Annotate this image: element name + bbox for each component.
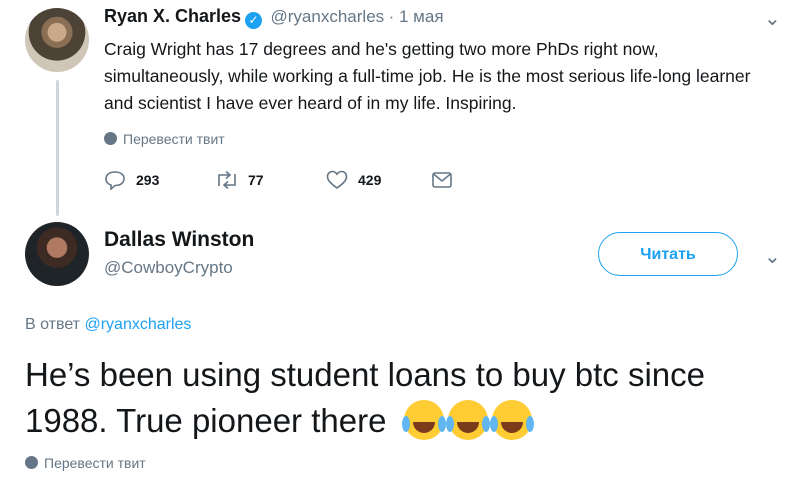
reply-count: 293	[136, 172, 160, 188]
avatar-dallas-winston[interactable]	[25, 222, 89, 286]
tweet2-header: Dallas Winston @CowboyCrypto	[104, 228, 254, 278]
like-button[interactable]: 429	[326, 170, 431, 190]
tweet2-text: He’s been using student loans to buy btc…	[25, 356, 705, 439]
tears-of-joy-emoji-icon	[401, 400, 444, 440]
verified-badge-icon: ✓	[245, 12, 263, 29]
tweet1-actions: 293 77 429	[104, 170, 453, 190]
tweet2-translate-link[interactable]: Перевести твит	[25, 455, 146, 471]
avatar-ryan-x-charles[interactable]	[25, 8, 89, 72]
tweet2-translate-label: Перевести твит	[44, 455, 146, 471]
reply-prefix: В ответ	[25, 316, 81, 333]
thread-line	[56, 80, 59, 216]
tweet2-author-name[interactable]: Dallas Winston	[104, 228, 254, 252]
direct-message-button[interactable]	[431, 171, 453, 189]
tears-of-joy-emoji-icon	[489, 400, 532, 440]
tweet1-date[interactable]: · 1 мая	[389, 7, 444, 26]
tweet2-text-block: He’s been using student loans to buy btc…	[25, 352, 785, 444]
like-count: 429	[358, 172, 382, 188]
retweet-count: 77	[248, 172, 264, 188]
heart-icon	[326, 170, 348, 189]
reply-to-handle-link[interactable]: @ryanxcharles	[84, 316, 191, 333]
tweet1-translate-link[interactable]: Перевести твит	[104, 131, 225, 147]
retweet-button[interactable]: 77	[214, 170, 326, 190]
tears-of-joy-emoji-icon	[445, 400, 488, 440]
globe-icon	[25, 456, 38, 469]
tweet1-header: Ryan X. Charles ✓ @ryanxcharles · 1 мая	[104, 6, 444, 29]
tweet1-author-handle[interactable]: @ryanxcharles	[271, 7, 385, 26]
retweet-icon	[218, 170, 236, 190]
globe-icon	[104, 132, 117, 145]
reply-button[interactable]: 293	[104, 170, 214, 190]
tweet1-author-name[interactable]: Ryan X. Charles	[104, 6, 241, 26]
envelope-icon	[432, 172, 452, 188]
tweet1-translate-label: Перевести твит	[123, 131, 225, 147]
follow-button[interactable]: Читать	[598, 232, 738, 276]
reply-icon	[105, 171, 125, 190]
tweet2-chevron-down-icon[interactable]: ⌄	[764, 244, 781, 269]
tweet2-author-handle[interactable]: @CowboyCrypto	[104, 258, 254, 278]
reply-context: В ответ @ryanxcharles	[25, 316, 191, 334]
tweet1-chevron-down-icon[interactable]: ⌄	[764, 6, 781, 31]
tweet1-text: Craig Wright has 17 degrees and he's get…	[104, 39, 751, 113]
